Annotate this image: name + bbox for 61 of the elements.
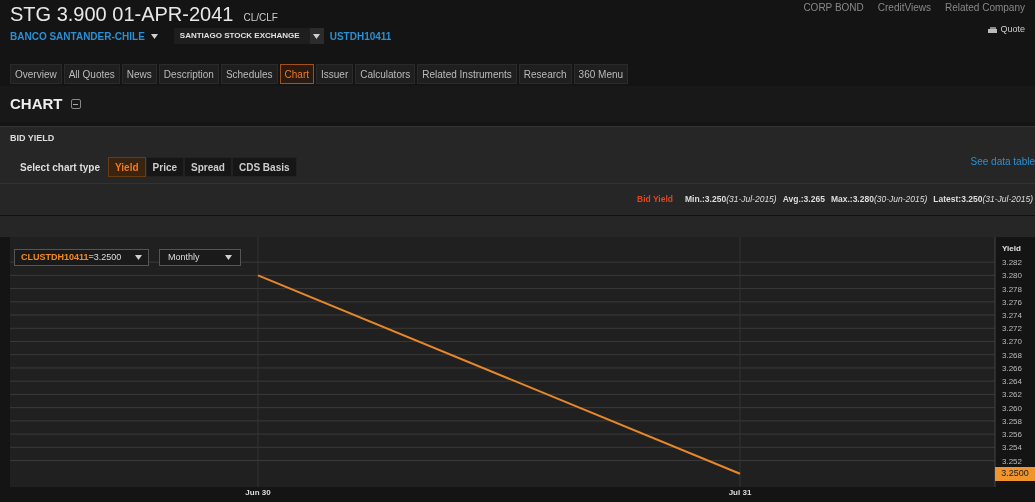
currency-label: CL/CLF bbox=[243, 11, 278, 25]
axis-tick-label: 3.258 bbox=[1002, 416, 1023, 426]
tab[interactable]: Calculators bbox=[355, 64, 416, 84]
chart-type-button[interactable]: CDS Basis bbox=[231, 157, 297, 177]
ticker-link[interactable]: USTDH10411 bbox=[329, 28, 392, 44]
axis-tick-label: 3.252 bbox=[1002, 456, 1023, 466]
tab[interactable]: 360 Menu bbox=[573, 64, 629, 84]
axis-tick-label: 3.280 bbox=[1002, 271, 1023, 281]
stat-text: Avg.:3.265 bbox=[782, 193, 825, 206]
tab[interactable]: Related Instruments bbox=[417, 64, 517, 84]
top-link[interactable]: CORP BOND bbox=[803, 0, 864, 15]
chart-type-label: Select chart type bbox=[20, 160, 101, 175]
interval-dropdown[interactable]: Monthly bbox=[159, 249, 241, 266]
tab[interactable]: News bbox=[121, 64, 157, 84]
tab[interactable]: Research bbox=[518, 64, 572, 84]
axis-tick-label: Jun 30 bbox=[245, 488, 271, 497]
stat-text: Min.:3.250(31-Jul-2015) bbox=[685, 193, 777, 206]
dropdown-arrow-icon bbox=[313, 33, 321, 39]
dropdown-arrow-icon bbox=[135, 255, 142, 260]
bond-title: STG 3.900 01-APR-2041 bbox=[10, 2, 234, 26]
quote-icon bbox=[988, 26, 998, 33]
stat-text: Latest:3.250(31-Jul-2015) bbox=[933, 193, 1033, 206]
tab[interactable]: Chart bbox=[279, 64, 315, 84]
chart-type-button[interactable]: Price bbox=[145, 157, 185, 177]
axis-tick-label: 3.272 bbox=[1002, 324, 1023, 334]
axis-tick-label: 3.266 bbox=[1002, 363, 1023, 373]
top-link[interactable]: Related Company bbox=[944, 0, 1025, 15]
axis-tick-label: 3.268 bbox=[1002, 350, 1023, 360]
axis-tick-label: 3.282 bbox=[1002, 258, 1023, 268]
tab[interactable]: Overview bbox=[10, 64, 62, 84]
axis-tick-label: 3.270 bbox=[1002, 337, 1023, 347]
exchange-dropdown[interactable]: SANTIAGO STOCK EXCHANGE bbox=[173, 28, 324, 44]
axis-tick-label: 3.256 bbox=[1002, 430, 1023, 440]
collapse-button[interactable] bbox=[70, 99, 81, 109]
axis-tick-label: 3.278 bbox=[1002, 284, 1023, 294]
axis-tick-label: Jul 31 bbox=[728, 488, 752, 497]
issuer-link[interactable]: BANCO SANTANDER-CHILE bbox=[10, 28, 145, 44]
series-dropdown[interactable]: CLUSTDH10411=3.2500 bbox=[14, 249, 149, 266]
top-link[interactable]: CreditViews bbox=[877, 0, 931, 15]
see-data-table-link[interactable]: See data table bbox=[970, 153, 1035, 169]
axis-tick-label: 3.276 bbox=[1002, 297, 1023, 307]
section-title: CHART bbox=[10, 93, 63, 114]
issuer-dropdown-icon bbox=[150, 33, 158, 39]
axis-tick-label: 3.254 bbox=[1002, 443, 1023, 453]
tab[interactable]: All Quotes bbox=[63, 64, 120, 84]
stat-text: Max.:3.280(30-Jun-2015) bbox=[830, 193, 928, 206]
tab[interactable]: Issuer bbox=[316, 64, 354, 84]
chart-type-button[interactable]: Spread bbox=[184, 157, 232, 177]
series-name: Bid Yield bbox=[637, 193, 673, 206]
tab[interactable]: Description bbox=[158, 64, 219, 84]
axis-title: Yield bbox=[1002, 244, 1021, 253]
axis-tick-label: 3.260 bbox=[1002, 403, 1023, 413]
latest-value-marker: 3.2500 bbox=[995, 467, 1035, 481]
axis-tick-label: 3.262 bbox=[1002, 390, 1023, 400]
axis-tick-label: 3.264 bbox=[1002, 377, 1023, 387]
axis-tick-label: 3.274 bbox=[1002, 311, 1023, 321]
tab[interactable]: Schedules bbox=[220, 64, 278, 84]
panel-title: BID YIELD bbox=[10, 132, 55, 146]
quote-link[interactable]: Quote bbox=[1000, 23, 1025, 37]
chart-type-button[interactable]: Yield bbox=[108, 157, 146, 177]
dropdown-arrow-icon bbox=[225, 255, 232, 260]
